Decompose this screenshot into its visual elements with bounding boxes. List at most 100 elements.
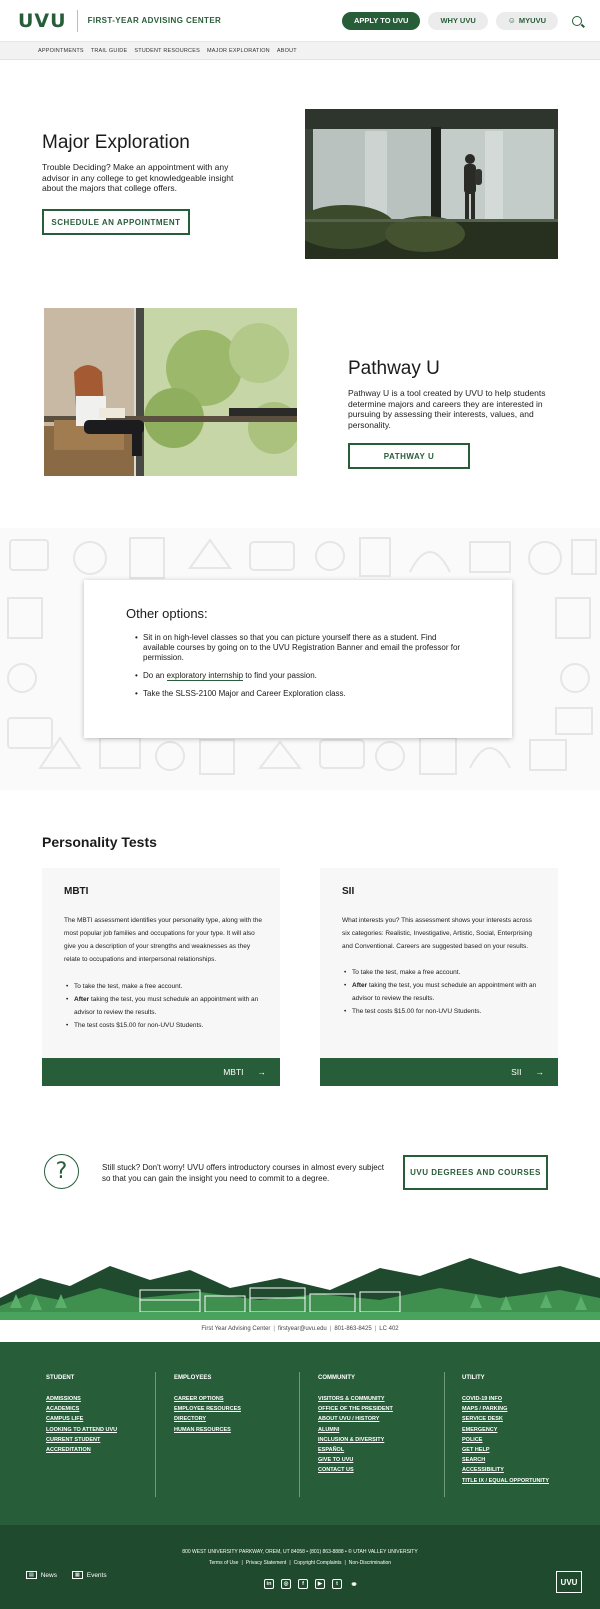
schedule-appointment-button[interactable]: SCHEDULE AN APPOINTMENT xyxy=(42,209,190,235)
sii-button[interactable]: SII → xyxy=(320,1058,558,1086)
mbti-bullet: To take the test, make a free account. xyxy=(66,980,266,993)
sii-bullet: After taking the test, you must schedule… xyxy=(344,979,544,1005)
apply-button[interactable]: APPLY TO UVU xyxy=(341,11,421,30)
footer-link[interactable]: GIVE TO UVU xyxy=(318,1455,393,1465)
footer-employees-title: EMPLOYEES xyxy=(174,1375,212,1381)
mbti-bullets: To take the test, make a free account. A… xyxy=(66,980,266,1032)
youtube-icon[interactable]: ▶ xyxy=(315,1579,325,1589)
footer-link[interactable]: ACCESSIBILITY xyxy=(462,1465,549,1475)
option-text: to find your passion. xyxy=(243,671,317,680)
footer-link[interactable]: SEARCH xyxy=(462,1455,549,1465)
social-links: in ◎ f ▶ t ⚭ xyxy=(264,1579,359,1589)
wolverine-icon[interactable]: ⚭ xyxy=(349,1579,359,1589)
footer-link[interactable]: COVID-19 INFO xyxy=(462,1394,549,1404)
legal-links: Terms of Use | Privacy Statement | Copyright… xyxy=(208,1560,391,1566)
sii-description: What interests you? This assessment show… xyxy=(342,917,533,950)
uvu-logo[interactable]: UVU xyxy=(18,9,78,32)
copyright-link[interactable]: Copyright Complaints xyxy=(294,1560,342,1566)
footer-col-student: STUDENT ADMISSIONS ACADEMICS CAMPUS LIFE… xyxy=(46,1375,117,1455)
footer-divider xyxy=(444,1372,445,1497)
sii-bullet: The test costs $15.00 for non-UVU Studen… xyxy=(344,1005,544,1018)
footer-link[interactable]: ABOUT UVU / HISTORY xyxy=(318,1414,393,1424)
sii-bullets: To take the test, make a free account. A… xyxy=(344,966,544,1018)
still-stuck-text: Still stuck? Don't worry! UVU offers int… xyxy=(102,1163,384,1183)
non-discrimination-link[interactable]: Non-Discrimination xyxy=(349,1560,391,1566)
facebook-icon[interactable]: f xyxy=(298,1579,308,1589)
pathway-u-title: Pathway U xyxy=(348,358,440,379)
mbti-title: MBTI xyxy=(64,886,89,897)
subnav-about[interactable]: ABOUT xyxy=(277,48,297,54)
uvu-footer-logo[interactable]: UVU xyxy=(556,1571,582,1593)
events-link[interactable]: ▦ Events xyxy=(72,1571,107,1579)
footer-link[interactable]: POLICE xyxy=(462,1435,549,1445)
subnav-student-resources[interactable]: STUDENT RESOURCES xyxy=(134,48,200,54)
pathway-u-button[interactable]: PATHWAY U xyxy=(348,443,470,469)
subnav-appointments[interactable]: APPOINTMENTS xyxy=(38,48,84,54)
subnav-major-exploration[interactable]: MAJOR EXPLORATION xyxy=(207,48,270,54)
exploratory-internship-link[interactable]: exploratory internship xyxy=(166,671,244,681)
footer-link[interactable]: MAPS / PARKING xyxy=(462,1404,549,1414)
footer-link[interactable]: ESPAÑOL xyxy=(318,1445,393,1455)
sii-bullet: To take the test, make a free account. xyxy=(344,966,544,979)
sii-card: SII What interests you? This assessment … xyxy=(320,868,558,1086)
footer-link[interactable]: TITLE IX / EQUAL OPPORTUNITY xyxy=(462,1476,549,1486)
news-icon: ▤ xyxy=(26,1571,37,1579)
contact-info: First Year Advising Center | firstyear@uvu… xyxy=(201,1326,399,1332)
degrees-courses-button[interactable]: UVU DEGREES AND COURSES xyxy=(403,1155,548,1190)
address-line: 800 WEST UNIVERSITY PARKWAY, OREM, UT 84… xyxy=(182,1549,418,1555)
subnav-trail-guide[interactable]: TRAIL GUIDE xyxy=(91,48,128,54)
footer-community-title: COMMUNITY xyxy=(318,1375,355,1381)
news-link[interactable]: ▤ News xyxy=(26,1571,57,1579)
why-uvu-button[interactable]: WHY UVU xyxy=(428,11,488,30)
footer-link[interactable]: SERVICE DESK xyxy=(462,1414,549,1424)
office-email[interactable]: firstyear@uvu.edu xyxy=(278,1326,327,1332)
footer-link[interactable]: CONTACT US xyxy=(318,1465,393,1475)
footer-link[interactable]: INCLUSION & DIVERSITY xyxy=(318,1435,393,1445)
question-icon: ? xyxy=(44,1154,79,1189)
footer-link[interactable]: ACCREDITATION xyxy=(46,1445,117,1455)
footer-divider xyxy=(155,1372,156,1497)
footer-link[interactable]: HUMAN RESOURCES xyxy=(174,1425,241,1435)
footer-link[interactable]: ADMISSIONS xyxy=(46,1394,117,1404)
privacy-link[interactable]: Privacy Statement xyxy=(246,1560,287,1566)
footer-link[interactable]: EMPLOYEE RESOURCES xyxy=(174,1404,241,1414)
footer-link[interactable]: ACADEMICS xyxy=(46,1404,117,1414)
other-options-list: Sit in on high-level classes so that you… xyxy=(126,633,470,699)
footer-link[interactable]: LOOKING TO ATTEND UVU xyxy=(46,1425,117,1435)
footer-link[interactable]: CAMPUS LIFE xyxy=(46,1414,117,1424)
sii-button-label: SII xyxy=(511,1067,522,1077)
terms-link[interactable]: Terms of Use xyxy=(209,1560,238,1566)
other-options-card: Other options: Sit in on high-level clas… xyxy=(84,580,512,738)
mountain-illustration xyxy=(0,1248,600,1320)
mbti-button[interactable]: MBTI → xyxy=(42,1058,280,1086)
footer-link[interactable]: CAREER OPTIONS xyxy=(174,1394,241,1404)
news-label: News xyxy=(40,1571,57,1579)
major-exploration-section: Major Exploration Trouble Deciding? Make… xyxy=(42,132,242,194)
footer-col-utility: UTILITY COVID-19 INFO MAPS / PARKING SER… xyxy=(462,1375,549,1486)
mbti-description: The MBTI assessment identifies your pers… xyxy=(64,917,262,963)
instagram-icon[interactable]: ◎ xyxy=(281,1579,291,1589)
site-title[interactable]: FIRST-YEAR ADVISING CENTER xyxy=(88,16,222,25)
office-room: LC 402 xyxy=(379,1326,399,1332)
header-actions: APPLY TO UVU WHY UVU ☺ MYUVU xyxy=(341,11,582,30)
calendar-icon: ▦ xyxy=(72,1571,83,1579)
mbti-bullet: After taking the test, you must schedule… xyxy=(66,993,266,1019)
option-item: Sit in on high-level classes so that you… xyxy=(135,633,470,663)
linkedin-icon[interactable]: in xyxy=(264,1579,274,1589)
myuvu-button[interactable]: ☺ MYUVU xyxy=(495,11,558,30)
footer-link[interactable]: GET HELP xyxy=(462,1445,549,1455)
search-icon[interactable] xyxy=(572,15,582,26)
office-phone[interactable]: 801-863-8425 xyxy=(334,1326,371,1332)
footer-link[interactable]: ALUMNI xyxy=(318,1425,393,1435)
footer-link[interactable]: EMERGENCY xyxy=(462,1425,549,1435)
footer-link[interactable]: DIRECTORY xyxy=(174,1414,241,1424)
option-item: Do an exploratory internship to find you… xyxy=(135,671,470,681)
footer-link[interactable]: VISITORS & COMMUNITY xyxy=(318,1394,393,1404)
personality-tests-title: Personality Tests xyxy=(42,834,157,850)
footer-link[interactable]: CURRENT STUDENT xyxy=(46,1435,117,1445)
footer-link[interactable]: OFFICE OF THE PRESIDENT xyxy=(318,1404,393,1414)
sub-navigation: APPOINTMENTS TRAIL GUIDE STUDENT RESOURC… xyxy=(0,42,600,60)
footer-divider xyxy=(299,1372,300,1497)
footer-bottom: 800 WEST UNIVERSITY PARKWAY, OREM, UT 84… xyxy=(0,1525,600,1609)
twitter-icon[interactable]: t xyxy=(332,1579,342,1589)
